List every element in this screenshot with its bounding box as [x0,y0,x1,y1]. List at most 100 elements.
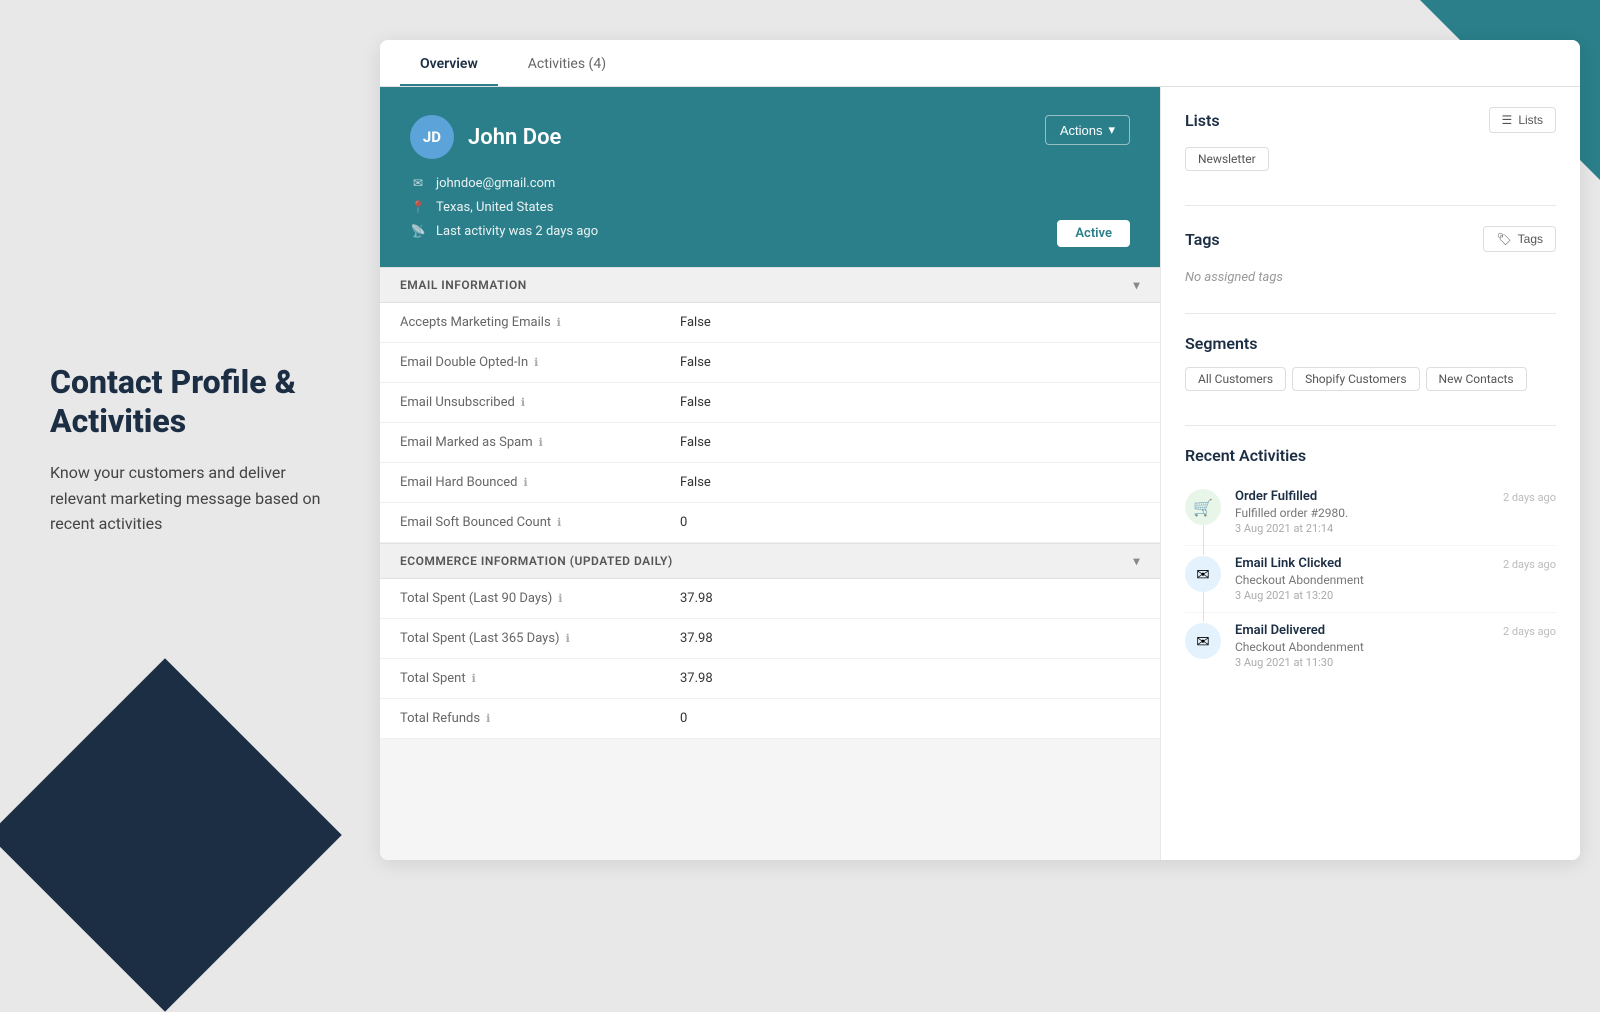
info-row-value: 37.98 [680,671,713,686]
info-row: Total Spent (Last 365 Days) ℹ 37.98 [380,619,1160,659]
avatar: JD [410,115,454,159]
info-row-label: Email Marked as Spam ℹ [400,435,680,450]
segment-chip[interactable]: New Contacts [1426,367,1527,391]
segments-section-header: Segments [1185,334,1556,353]
info-row-label: Total Spent ℹ [400,671,680,686]
info-row: Accepts Marketing Emails ℹ False [380,303,1160,343]
activity-title: Order Fulfilled [1235,489,1489,504]
activity-title: Email Delivered [1235,623,1489,638]
tags-section-header: Tags 🏷 Tags [1185,226,1556,252]
contact-email: johndoe@gmail.com [436,176,555,191]
info-row-value: False [680,435,711,450]
info-row-label: Accepts Marketing Emails ℹ [400,315,680,330]
activity-icon-wrap: 🛒 [1185,489,1221,525]
help-icon: ℹ [523,476,527,489]
activity-type-icon: ✉ [1196,565,1209,584]
contact-name-row: JD John Doe [410,115,561,159]
lists-section-header: Lists ☰ Lists [1185,107,1556,133]
ecommerce-fields: Total Spent (Last 90 Days) ℹ 37.98 Total… [380,579,1160,739]
help-icon: ℹ [558,592,562,605]
info-row-label: Email Double Opted-In ℹ [400,355,680,370]
help-icon: ℹ [566,632,570,645]
actions-button[interactable]: Actions ▾ [1045,115,1130,145]
left-main-panel: JD John Doe Actions ▾ ✉ johndoe@gmail.co… [380,87,1160,860]
info-row-value: 0 [680,711,687,726]
help-icon: ℹ [539,436,543,449]
ecommerce-section-header[interactable]: ECOMMERCE INFORMATION (UPDATED DAILY) ▾ [380,543,1160,579]
email-info-fields: Accepts Marketing Emails ℹ False Email D… [380,303,1160,543]
info-row-value: 37.98 [680,631,713,646]
recent-activities-title: Recent Activities [1185,446,1306,465]
divider-3 [1185,425,1556,426]
segment-chip[interactable]: Shopify Customers [1292,367,1419,391]
activity-item: ✉ Email Delivered Checkout Abondenment 3… [1185,613,1556,679]
info-row: Email Double Opted-In ℹ False [380,343,1160,383]
lists-chips: Newsletter [1185,147,1556,177]
segments-section: Segments All CustomersShopify Customers N… [1185,334,1556,397]
activity-type-icon: ✉ [1196,632,1209,651]
activity-timestamp: 3 Aug 2021 at 13:20 [1235,589,1489,602]
contact-location: Texas, United States [436,200,553,215]
left-panel-heading: Contact Profile & Activities [50,363,330,440]
info-row-value: False [680,315,711,330]
segments-title: Segments [1185,334,1258,353]
activity-body: Order Fulfilled Fulfilled order #2980. 3… [1235,489,1489,535]
no-tags-text: No assigned tags [1185,270,1283,285]
contact-last-activity: Last activity was 2 days ago [436,224,598,239]
info-row: Total Spent (Last 90 Days) ℹ 37.98 [380,579,1160,619]
recent-activities-header: Recent Activities [1185,446,1556,465]
divider-1 [1185,205,1556,206]
info-row-label: Email Unsubscribed ℹ [400,395,680,410]
email-section-chevron-icon: ▾ [1133,278,1140,292]
tab-overview[interactable]: Overview [400,40,498,86]
info-row-value: False [680,475,711,490]
help-icon: ℹ [557,516,561,529]
segment-chip[interactable]: All Customers [1185,367,1286,391]
tabs-bar: Overview Activities (4) [380,40,1580,87]
info-row-label: Total Refunds ℹ [400,711,680,726]
ecommerce-title: ECOMMERCE INFORMATION (UPDATED DAILY) [400,554,673,568]
location-icon: 📍 [410,199,426,215]
help-icon: ℹ [486,712,490,725]
contact-header: JD John Doe Actions ▾ ✉ johndoe@gmail.co… [380,87,1160,267]
email-info-section-header[interactable]: EMAIL INFORMATION ▾ [380,267,1160,303]
tag-icon: 🏷 [1496,232,1511,246]
activity-body: Email Link Clicked Checkout Abondenment … [1235,556,1489,602]
tags-title: Tags [1185,230,1220,249]
info-row-value: False [680,355,711,370]
main-content: Overview Activities (4) JD John Doe Acti… [380,40,1580,860]
activity-item: ✉ Email Link Clicked Checkout Abondenmen… [1185,546,1556,613]
info-row-label: Total Spent (Last 90 Days) ℹ [400,591,680,606]
contact-name: John Doe [468,125,561,150]
ecommerce-chevron-icon: ▾ [1133,554,1140,568]
recent-activities-section: Recent Activities 🛒 Order Fulfilled Fulf… [1185,446,1556,679]
tags-button[interactable]: 🏷 Tags [1483,226,1556,252]
lists-section: Lists ☰ Lists Newsletter [1185,107,1556,177]
info-row-value: 0 [680,515,687,530]
contact-activity-row: 📡 Last activity was 2 days ago [410,223,1130,239]
actions-label: Actions [1060,123,1103,138]
help-icon: ℹ [472,672,476,685]
list-chip[interactable]: Newsletter [1185,147,1269,171]
activity-list: 🛒 Order Fulfilled Fulfilled order #2980.… [1185,479,1556,679]
lists-button[interactable]: ☰ Lists [1489,107,1556,133]
help-icon: ℹ [557,316,561,329]
info-row: Total Spent ℹ 37.98 [380,659,1160,699]
info-row-value: False [680,395,711,410]
contact-location-row: 📍 Texas, United States [410,199,1130,215]
contact-info: ✉ johndoe@gmail.com 📍 Texas, United Stat… [410,175,1130,239]
activity-subtitle: Fulfilled order #2980. [1235,506,1489,520]
info-row-label: Total Spent (Last 365 Days) ℹ [400,631,680,646]
left-panel: Contact Profile & Activities Know your c… [0,0,380,900]
info-row-label: Email Hard Bounced ℹ [400,475,680,490]
activity-time-ago: 2 days ago [1503,489,1556,535]
activity-type-icon: 🛒 [1193,498,1213,517]
activity-subtitle: Checkout Abondenment [1235,640,1489,654]
activity-icon-wrap: ✉ [1185,623,1221,659]
activity-timestamp: 3 Aug 2021 at 11:30 [1235,656,1489,669]
email-info-title: EMAIL INFORMATION [400,278,527,292]
tags-section: Tags 🏷 Tags No assigned tags [1185,226,1556,285]
activity-title: Email Link Clicked [1235,556,1489,571]
tab-activities[interactable]: Activities (4) [508,40,626,86]
segments-chips: All CustomersShopify Customers New Contac… [1185,367,1556,397]
